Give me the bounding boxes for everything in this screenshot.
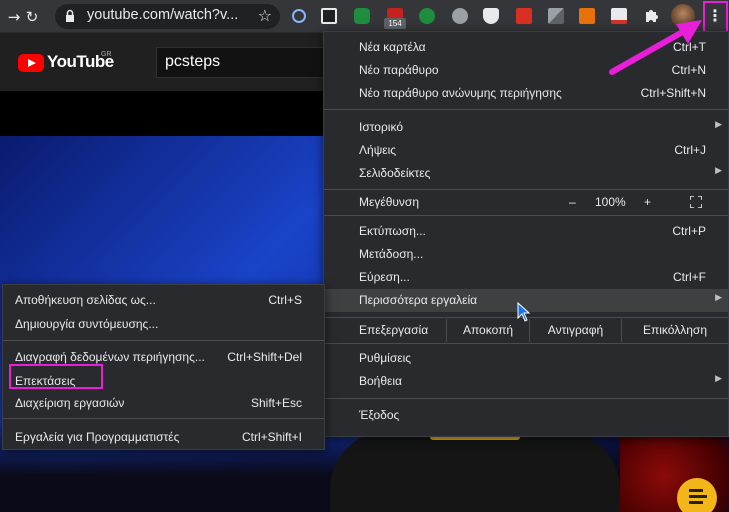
- channel-logo-icon[interactable]: [677, 478, 717, 512]
- zoom-out-button[interactable]: –: [569, 195, 576, 209]
- paste-button[interactable]: Επικόλληση: [621, 319, 728, 342]
- reload-icon[interactable]: ↻: [22, 7, 42, 27]
- video-person: [330, 430, 620, 512]
- mouse-cursor-icon: [517, 302, 531, 322]
- cut-button[interactable]: Αποκοπή: [446, 319, 529, 342]
- youtube-logo-icon[interactable]: [18, 54, 44, 72]
- lock-icon: [66, 9, 74, 22]
- zoom-in-button[interactable]: +: [644, 195, 651, 209]
- zoom-level: 100%: [595, 195, 626, 209]
- green-circle-icon[interactable]: [419, 8, 435, 24]
- chevron-right-icon: ▶: [715, 165, 722, 175]
- picture-in-picture-icon[interactable]: [321, 8, 337, 24]
- fullscreen-icon[interactable]: [690, 196, 702, 208]
- submenu-divider: [3, 418, 324, 419]
- grey-square-icon[interactable]: [548, 8, 564, 24]
- zoom-controls: – 100% +: [555, 191, 728, 214]
- menu-divider: [324, 189, 728, 190]
- menu-item-help[interactable]: Βοήθεια ▶: [324, 370, 728, 393]
- submenu-item-dev-tools[interactable]: Εργαλεία για Προγραμματιστές Ctrl+Shift+…: [3, 426, 324, 448]
- submenu-item-create-shortcut[interactable]: Δημιουργία συντόμευσης...: [3, 313, 324, 335]
- office-icon[interactable]: [579, 8, 595, 24]
- menu-item-print[interactable]: Εκτύπωση... Ctrl+P: [324, 220, 728, 243]
- chevron-right-icon: ▶: [715, 292, 722, 302]
- menu-item-find[interactable]: Εύρεση... Ctrl+F: [324, 266, 728, 289]
- menu-divider: [324, 398, 728, 399]
- menu-divider: [324, 215, 728, 216]
- submenu-item-task-manager[interactable]: Διαχείριση εργασιών Shift+Esc: [3, 392, 324, 414]
- star-icon[interactable]: ☆: [258, 6, 272, 25]
- copy-button[interactable]: Αντιγραφή: [529, 319, 621, 342]
- search-input[interactable]: pcsteps: [156, 47, 326, 78]
- menu-item-incognito[interactable]: Νέο παράθυρο ανώνυμης περιήγησης Ctrl+Sh…: [324, 82, 728, 105]
- chrome-main-menu: Νέα καρτέλα Ctrl+T Νέο παράθυρο Ctrl+N Ν…: [323, 31, 729, 437]
- chevron-right-icon: ▶: [715, 119, 722, 129]
- menu-item-bookmarks[interactable]: Σελιδοδείκτες ▶: [324, 162, 728, 185]
- forward-icon[interactable]: →: [4, 7, 24, 27]
- submenu-divider: [3, 340, 324, 341]
- menu-item-edit: Επεξεργασία Αποκοπή Αντιγραφή Επικόλληση: [324, 319, 728, 342]
- menu-item-downloads[interactable]: Λήψεις Ctrl+J: [324, 139, 728, 162]
- loading-ring-icon[interactable]: [291, 8, 307, 24]
- menu-item-exit[interactable]: Έξοδος: [324, 404, 728, 427]
- chevron-right-icon: ▶: [715, 373, 722, 383]
- menu-item-cast[interactable]: Μετάδοση...: [324, 243, 728, 266]
- address-bar[interactable]: youtube.com/watch?v... ☆: [55, 4, 280, 29]
- menu-item-settings[interactable]: Ρυθμίσεις: [324, 347, 728, 370]
- more-tools-submenu: Αποθήκευση σελίδας ως... Ctrl+S Δημιουργ…: [2, 284, 325, 450]
- menu-item-history[interactable]: Ιστορικό ▶: [324, 116, 728, 139]
- menu-item-zoom: Μεγέθυνση – 100% +: [324, 191, 728, 214]
- url-text: youtube.com/watch?v...: [87, 7, 239, 23]
- menu-divider: [324, 343, 728, 344]
- region-code: GR: [101, 51, 112, 58]
- submenu-item-save-page[interactable]: Αποθήκευση σελίδας ως... Ctrl+S: [3, 289, 324, 311]
- annotation-highlight-box: [9, 364, 103, 389]
- shield-check-icon[interactable]: [354, 8, 370, 24]
- extension-badge-count: 154: [384, 18, 406, 29]
- annotation-arrow-icon: [609, 20, 702, 75]
- shield-icon[interactable]: [483, 8, 499, 24]
- grey-circle-icon[interactable]: [452, 8, 468, 24]
- search-value: pcsteps: [165, 53, 221, 70]
- menu-divider: [324, 109, 728, 110]
- red-star-icon[interactable]: [516, 8, 532, 24]
